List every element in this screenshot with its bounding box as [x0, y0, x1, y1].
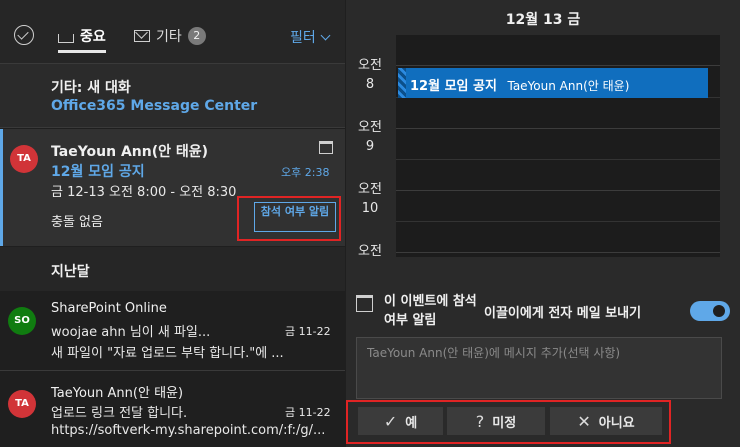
gridline — [396, 159, 720, 160]
section-label: 지난달 — [51, 264, 90, 280]
gridline — [396, 190, 720, 191]
meeting-time: 금 12-13 오전 8:00 - 오전 8:30 — [51, 185, 237, 200]
rsvp-options: 이 이벤트에 참석 여부 알림 이끌이에게 전자 메일 보내기 — [356, 292, 730, 332]
send-email-toggle[interactable] — [690, 301, 730, 321]
mail-icon — [134, 30, 150, 42]
mail-sender: TaeYoun Ann(안 태윤) — [51, 144, 209, 160]
highlight-box-rsvp — [237, 196, 341, 241]
mail-subject: 업로드 링크 전달 합니다. — [51, 406, 188, 421]
conflict-status: 충돌 없음 — [51, 215, 103, 230]
gridline — [396, 252, 720, 253]
hour-label: 오전 9 — [354, 118, 386, 156]
tentative-stripe — [398, 68, 406, 98]
gridline — [396, 221, 720, 222]
calendar-event[interactable]: 12월 모임 공지 TaeYoun Ann(안 태윤) — [398, 68, 708, 98]
mail-subject: 12월 모임 공지 — [51, 164, 145, 180]
inbox-icon — [58, 33, 74, 43]
reading-pane: 12월 13 금 오전 8 오전 9 오전 10 오전 12월 모임 공지 Ta… — [346, 0, 740, 447]
other-inbox-notice[interactable]: 기타: 새 대화 Office365 Message Center — [0, 64, 345, 128]
highlight-box-buttons — [346, 400, 671, 444]
message-input[interactable] — [357, 338, 721, 368]
message-list-pane: 중요 기타 2 필터 기타: 새 대화 Office365 Message Ce… — [0, 0, 345, 447]
hour-number: 10 — [361, 201, 379, 216]
hour-ampm: 오전 — [358, 182, 382, 197]
hour-ampm: 오전 — [358, 120, 382, 135]
other-inbox-title: 기타: 새 대화 — [51, 80, 131, 96]
tab-focused[interactable]: 중요 — [58, 26, 106, 53]
mail-sender: SharePoint Online — [51, 301, 167, 316]
tab-focused-label: 중요 — [80, 29, 106, 45]
hour-number: 9 — [365, 139, 375, 154]
tab-other[interactable]: 기타 2 — [134, 26, 206, 46]
select-all-checkbox[interactable] — [14, 25, 34, 45]
unread-count-badge: 2 — [187, 27, 206, 45]
avatar: TA — [8, 390, 36, 418]
calendar-icon — [319, 141, 333, 154]
mail-sender: TaeYoun Ann(안 태윤) — [51, 386, 184, 401]
mail-date: 금 11-22 — [285, 406, 331, 419]
gridline — [396, 65, 720, 66]
calendar-day-title: 12월 13 금 — [505, 12, 581, 28]
event-title: 12월 모임 공지 — [410, 79, 497, 94]
mail-time: 오후 2:38 — [281, 166, 330, 179]
avatar: TA — [10, 145, 38, 173]
gridline — [396, 128, 720, 129]
event-organizer: TaeYoun Ann(안 태윤) — [507, 79, 630, 93]
calendar-icon — [356, 295, 373, 312]
filter-label: 필터 — [290, 30, 316, 46]
other-inbox-sender: Office365 Message Center — [51, 98, 258, 114]
list-item[interactable]: SO SharePoint Online woojae ahn 님이 새 파일.… — [0, 291, 345, 371]
inbox-tabs: 중요 기타 2 필터 — [0, 0, 345, 64]
hour-ampm: 오전 — [358, 244, 382, 259]
hour-label: 오전 — [354, 242, 386, 261]
send-email-label: 이끌이에게 전자 메일 보내기 — [484, 306, 642, 321]
hour-label: 오전 10 — [354, 180, 386, 218]
hour-label: 오전 8 — [354, 56, 386, 94]
mail-subject: woojae ahn 님이 새 파일... — [51, 325, 211, 340]
mail-preview: 새 파일이 "자료 업로드 부탁 합니다."에 ... — [51, 346, 284, 361]
list-item[interactable]: TA TaeYoun Ann(안 태윤) 업로드 링크 전달 합니다. 금 11… — [0, 372, 345, 447]
filter-button[interactable]: 필터 — [290, 27, 331, 47]
mail-preview: https://softverk-my.sharepoint.com/:f:/g… — [51, 423, 326, 438]
rsvp-label: 이 이벤트에 참석 여부 알림 — [384, 294, 477, 328]
message-box[interactable] — [356, 337, 722, 399]
hour-ampm: 오전 — [358, 58, 382, 73]
hour-number: 8 — [365, 77, 375, 92]
mail-date: 금 11-22 — [285, 325, 331, 338]
tab-other-label: 기타 — [156, 29, 182, 45]
section-header: 지난달 — [0, 247, 345, 291]
chevron-down-icon — [320, 30, 331, 40]
avatar: SO — [8, 307, 36, 335]
